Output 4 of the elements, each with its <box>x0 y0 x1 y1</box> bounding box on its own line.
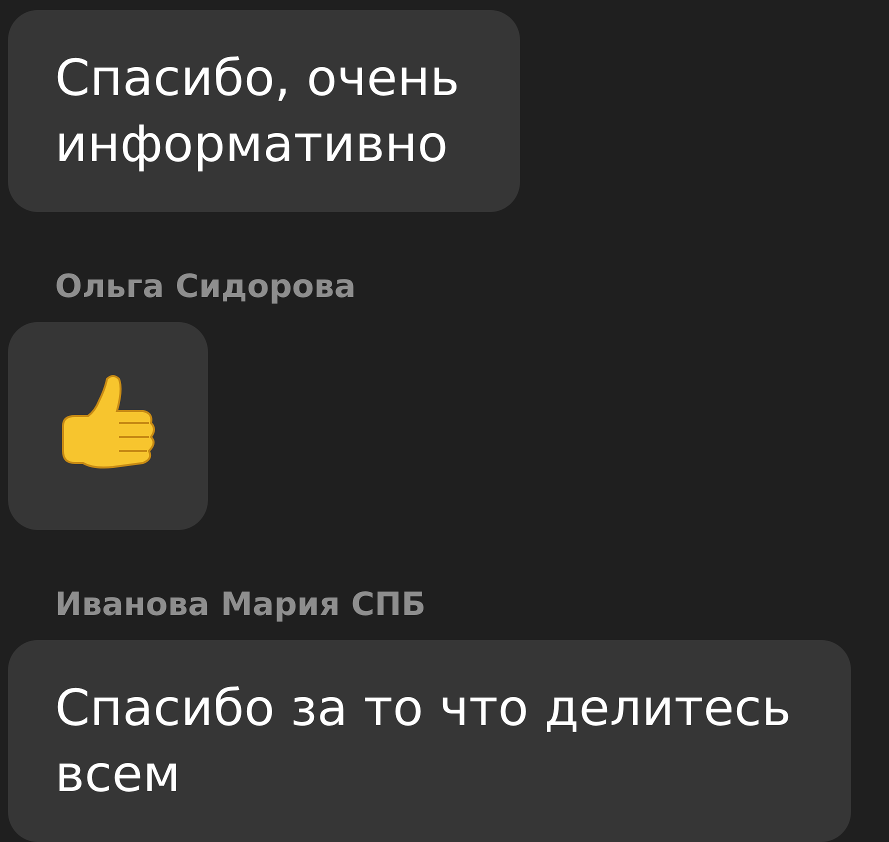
message-bubble: Спасибо за то что делитесь всем <box>8 640 852 842</box>
message-bubble: Спасибо, очень информативно <box>8 10 520 212</box>
sender-name: Ольга Сидорова <box>55 268 356 304</box>
sender-name: Иванова Мария СПБ <box>55 586 426 622</box>
